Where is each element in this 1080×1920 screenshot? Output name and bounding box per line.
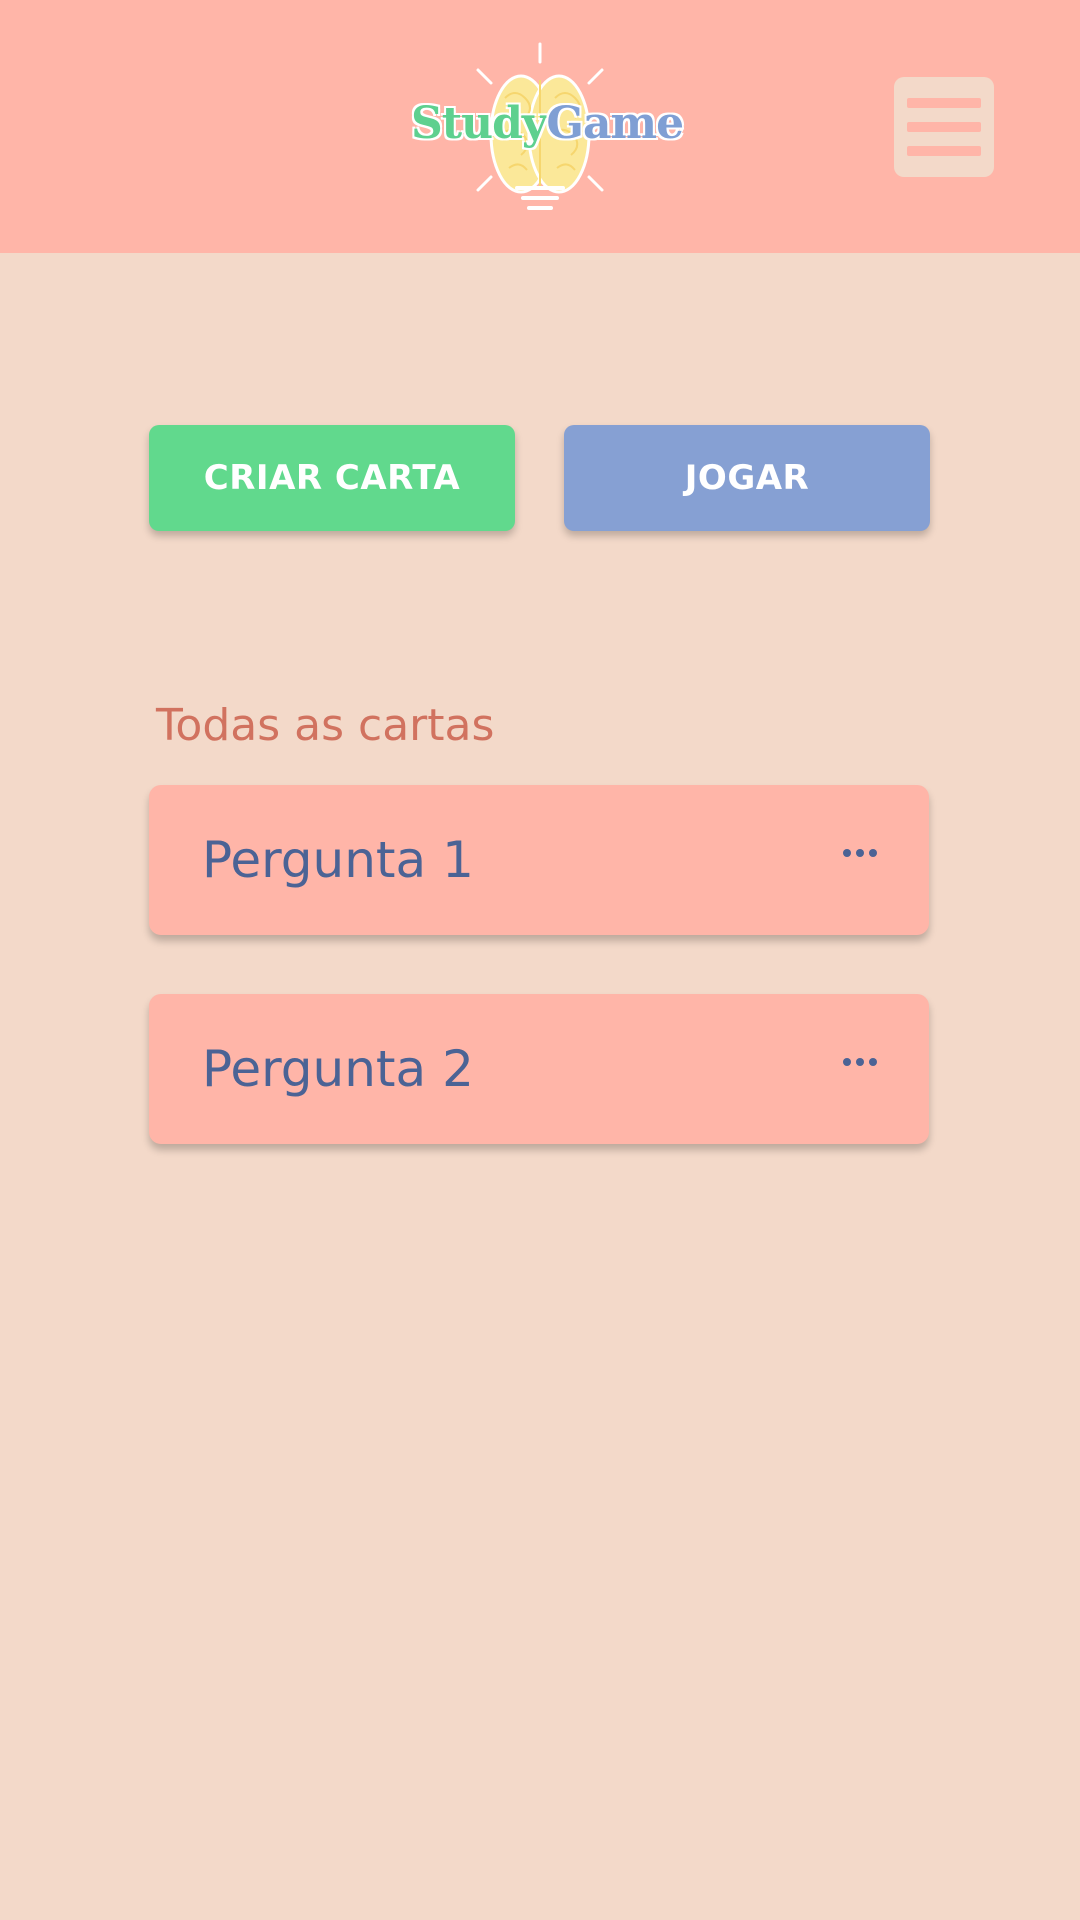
hamburger-menu-icon <box>907 98 981 108</box>
studygame-logo[interactable]: StudyGame <box>405 38 684 218</box>
play-button[interactable]: JOGAR <box>564 425 930 531</box>
hamburger-menu-button[interactable] <box>894 77 994 177</box>
app-header: StudyGame <box>0 0 1080 253</box>
card-label: Pergunta 1 <box>202 831 474 889</box>
logo-word-study: Study <box>411 98 547 149</box>
more-horizontal-icon[interactable] <box>843 1055 877 1069</box>
card-item[interactable]: Pergunta 1 <box>149 785 929 935</box>
hamburger-menu-icon-bar-2 <box>907 122 981 132</box>
logo-word-game: Game <box>546 98 684 149</box>
card-item[interactable]: Pergunta 2 <box>149 994 929 1144</box>
create-card-button[interactable]: CRIAR CARTA <box>149 425 515 531</box>
more-horizontal-icon[interactable] <box>843 846 877 860</box>
hamburger-menu-icon-bar-3 <box>907 146 981 156</box>
card-label: Pergunta 2 <box>202 1040 474 1098</box>
logo-wordmark: StudyGame <box>411 102 684 146</box>
section-title: Todas as cartas <box>156 700 495 751</box>
